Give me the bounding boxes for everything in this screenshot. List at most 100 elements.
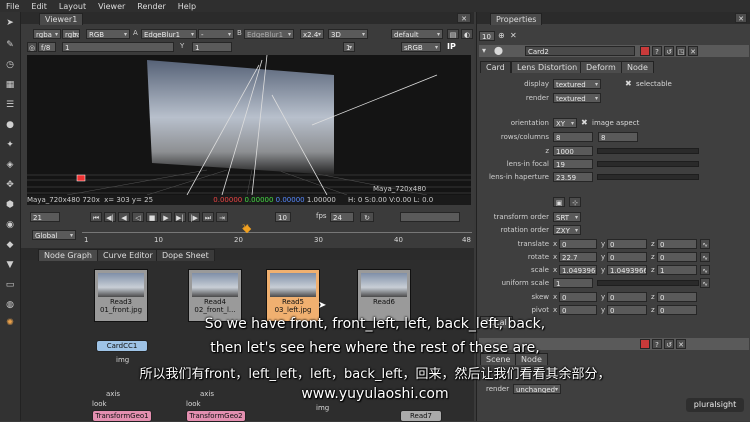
revert-icon[interactable]: ↺ [664,46,674,56]
tab-deform[interactable]: Deform [580,61,622,73]
play-back-icon[interactable]: ◁ [132,212,144,222]
scale-z-field[interactable]: 1 [657,265,697,275]
tab-node-graph[interactable]: Node Graph [38,249,98,261]
merge-icon[interactable]: ◈ [4,160,16,170]
skew-x-field[interactable]: 0 [559,292,597,302]
increment-field[interactable]: 10 [275,212,291,222]
cursor-icon[interactable]: ➤ [4,18,16,28]
tab-curve-editor[interactable]: Curve Editor [97,249,159,261]
time-icon[interactable]: ◷ [4,60,16,70]
translate-y-field[interactable]: 0 [607,239,647,249]
render-select[interactable]: textured [553,93,601,103]
layer-select[interactable]: rgba [62,29,80,39]
uniform-scale-slider[interactable] [597,280,699,286]
read7-node[interactable]: Read7 [400,410,442,422]
metadata-icon[interactable]: ◆ [4,240,16,250]
3d-icon[interactable]: ⬢ [4,200,16,210]
rotate-y-field[interactable]: 0 [607,252,647,262]
curve-icon[interactable]: ∿ [700,265,710,275]
menu-help[interactable]: Help [172,2,202,11]
lens-focal-slider[interactable] [597,161,699,167]
current-frame-field[interactable]: 21 [30,212,60,222]
help-icon[interactable]: ? [652,46,662,56]
rgb-select[interactable]: RGB [86,29,130,39]
prev-key-icon[interactable]: ◀| [104,212,116,222]
timeline-scrubber[interactable]: 1 10 20 30 40 48 21 [82,224,472,248]
lens-haperture-slider[interactable] [597,174,699,180]
other-icon[interactable]: ▭ [4,280,16,290]
color-icon[interactable]: ☰ [4,100,16,110]
menu-render[interactable]: Render [131,2,171,11]
tab-properties[interactable]: Properties [490,13,543,25]
uniform-scale-field[interactable]: 1 [553,278,593,288]
viewer-canvas[interactable] [27,55,471,195]
skew-y-field[interactable]: 0 [607,292,647,302]
loop-icon[interactable]: ↻ [360,212,374,222]
viewer-settings-icon[interactable]: ▤ [447,29,459,39]
rotation-order-select[interactable]: ZXY [553,225,581,235]
colorspace-select[interactable]: sRGB [401,42,441,52]
tab-lens-distortion[interactable]: Lens Distortion [511,61,584,73]
transform-icon[interactable]: ✥ [4,180,16,190]
view-mode-select[interactable]: 3D [328,29,368,39]
paint-icon[interactable]: ✎ [4,40,16,50]
last-frame-icon[interactable]: ⏭ [202,212,214,222]
first-frame-icon[interactable]: ⏮ [90,212,102,222]
stop-icon[interactable]: ■ [146,212,158,222]
step-forward-icon[interactable]: ▶| [174,212,186,222]
close-node-icon[interactable]: ✕ [688,46,698,56]
z-field[interactable]: 1000 [553,146,593,156]
z-slider[interactable] [597,148,699,154]
gain-icon[interactable]: ◎ [27,42,37,52]
node-name-field[interactable]: Card2 [525,46,635,56]
rotate-z-field[interactable]: 0 [657,252,697,262]
translate-z-field[interactable]: 0 [657,239,697,249]
orientation-select[interactable]: XY [553,118,577,128]
read4-node[interactable]: Read4 02_front_l... [188,269,242,322]
display-select[interactable]: textured [553,79,601,89]
rows-field[interactable]: 8 [553,132,593,142]
curve-icon[interactable]: ∿ [700,252,710,262]
end-frame-field[interactable] [400,212,460,222]
a-input-select[interactable]: EdgeBlur1 [141,29,197,39]
rotate-x-field[interactable]: 22.7 [559,252,597,262]
read3-node[interactable]: Read3 01_front.jpg [94,269,148,322]
views-icon[interactable]: ◉ [4,220,16,230]
filter-icon[interactable]: ● [4,120,16,130]
transformgeo1-node[interactable]: TransformGeo1 [92,410,152,422]
tab-viewer1[interactable]: Viewer1 [39,13,84,25]
close-properties-icon[interactable]: ✕ [735,13,747,23]
max-panels-field[interactable]: 10 [479,31,495,41]
close-viewer-icon[interactable]: ✕ [457,13,471,23]
gamma-field[interactable]: 1 [192,42,232,52]
composite-select[interactable]: - [198,29,234,39]
image-aspect-checkbox[interactable]: ✖ [581,118,588,127]
furnace-icon[interactable]: ◍ [4,300,16,310]
selectable-checkbox[interactable]: ✖ [625,79,632,88]
pivot-x-field[interactable]: 0 [559,305,597,315]
fstop-field[interactable]: f/8 [38,42,56,52]
tab-dope-sheet[interactable]: Dope Sheet [156,249,215,261]
clear-panels-icon[interactable]: ✕ [510,31,517,40]
skew-z-field[interactable]: 0 [657,292,697,302]
play-icon[interactable]: ▶ [160,212,172,222]
b-input-select[interactable]: EdgeBlur1 [244,29,294,39]
transform-order-select[interactable]: SRT [553,212,581,222]
scale-x-field[interactable]: 1.0493966 [559,265,597,275]
tab-node[interactable]: Node [621,61,654,73]
pivot-y-field[interactable]: 0 [607,305,647,315]
input-process-toggle[interactable]: IP [447,42,456,51]
float-icon[interactable]: ◳ [676,46,686,56]
fps-field[interactable]: 24 [330,212,354,222]
curve-icon[interactable]: ∿ [700,278,710,288]
pin-icon[interactable]: ⊕ [498,31,505,40]
pivot-handle-icon[interactable]: ⊹ [569,197,581,207]
menu-edit[interactable]: Edit [25,2,53,11]
pivot-z-field[interactable]: 0 [657,305,697,315]
menu-layout[interactable]: Layout [53,2,92,11]
lens-focal-field[interactable]: 19 [553,159,593,169]
lut-select[interactable]: default [391,29,443,39]
menu-file[interactable]: File [0,2,25,11]
step-back-icon[interactable]: ◀ [118,212,130,222]
transformgeo2-node[interactable]: TransformGeo2 [186,410,246,422]
